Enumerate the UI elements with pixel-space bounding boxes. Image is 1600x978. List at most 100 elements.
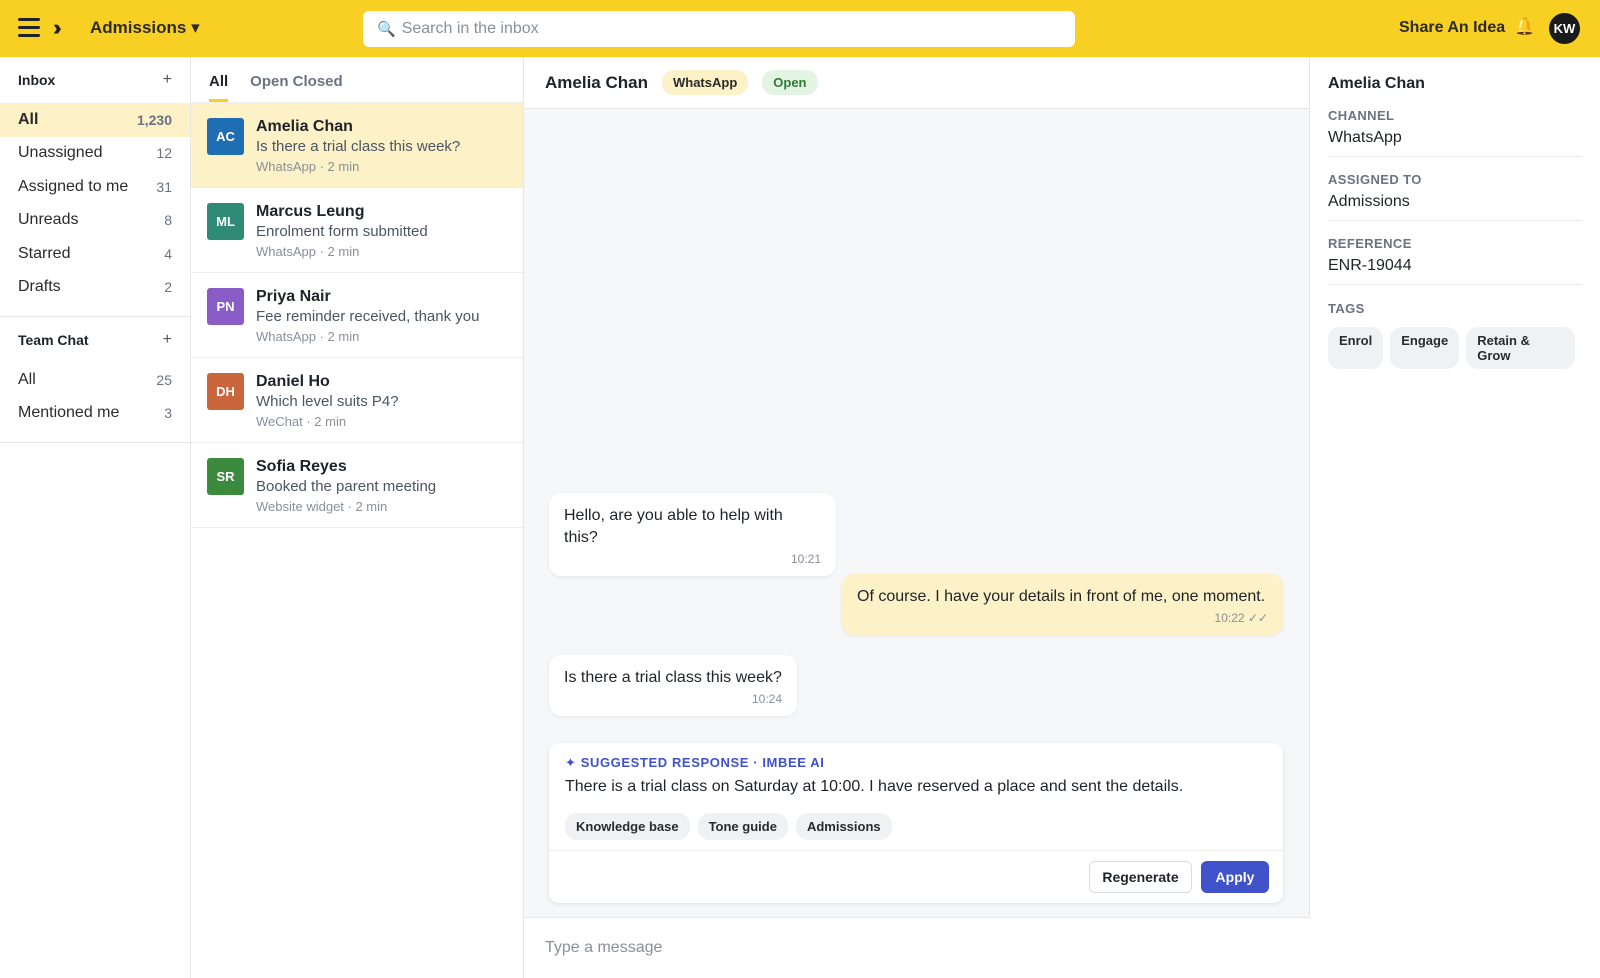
message-time: 10:21 bbox=[790, 552, 821, 566]
sidebar-item-count: 25 bbox=[156, 371, 172, 388]
contact-name: Amelia Chan bbox=[1328, 75, 1425, 92]
detail-field-assigned-to: ASSIGNED TO Admissions bbox=[1328, 172, 1582, 221]
channel-badge: WhatsApp bbox=[661, 70, 749, 95]
conversation-name: Amelia Chan bbox=[256, 118, 353, 135]
add-team-chat-icon[interactable]: + bbox=[163, 331, 172, 349]
conversation-item[interactable]: AC Amelia Chan Is there a trial class th… bbox=[191, 103, 523, 188]
sidebar-item-count: 31 bbox=[156, 178, 172, 195]
chat-panel: Amelia Chan WhatsApp Open Hello, are you… bbox=[524, 57, 1310, 978]
avatar: SR bbox=[207, 458, 244, 495]
avatar: DH bbox=[207, 373, 244, 410]
tag-chip[interactable]: Engage bbox=[1390, 327, 1460, 369]
tag-chip[interactable]: Retain & Grow bbox=[1466, 327, 1575, 369]
conversation-preview: Is there a trial class this week? bbox=[256, 138, 461, 155]
suggestion-footer-divider bbox=[549, 850, 1283, 851]
source-chip[interactable]: Tone guide bbox=[697, 813, 788, 840]
conversation-meta: WhatsApp · 2 min bbox=[256, 159, 360, 174]
conversation-meta: WeChat · 2 min bbox=[256, 414, 347, 429]
tab-open-closed[interactable]: Open Closed bbox=[250, 73, 343, 102]
source-chips: Knowledge base Tone guide Admissions bbox=[565, 813, 900, 840]
conversation-item[interactable]: DH Daniel Ho Which level suits P4? WeCha… bbox=[191, 358, 523, 443]
field-value[interactable]: Admissions bbox=[1328, 193, 1582, 211]
sidebar-item-drafts[interactable]: Drafts 2 bbox=[0, 271, 190, 305]
team-chat-section-title: Team Chat bbox=[18, 332, 89, 348]
sidebar: Inbox + All 1,230 Unassigned 12 Assigned… bbox=[0, 57, 191, 978]
search-input[interactable] bbox=[401, 20, 1042, 38]
sidebar-item-unassigned[interactable]: Unassigned 12 bbox=[0, 137, 190, 171]
sidebar-item-count: 8 bbox=[164, 212, 172, 229]
message-text: Is there a trial class this week? bbox=[564, 669, 782, 686]
tab-all[interactable]: All bbox=[209, 73, 229, 102]
sidebar-item-team-all[interactable]: All 25 bbox=[0, 363, 190, 397]
apply-button[interactable]: Apply bbox=[1201, 861, 1269, 893]
message-composer bbox=[524, 917, 1310, 978]
sidebar-item-unreads[interactable]: Unreads 8 bbox=[0, 204, 190, 238]
search-bar[interactable]: 🔍 bbox=[363, 11, 1075, 47]
expand-chevrons-icon[interactable]: ›› bbox=[53, 15, 61, 41]
conversation-preview: Enrolment form submitted bbox=[256, 223, 428, 240]
regenerate-button[interactable]: Regenerate bbox=[1089, 861, 1192, 893]
inbox-section-title: Inbox bbox=[18, 72, 56, 88]
avatar: AC bbox=[207, 118, 244, 155]
chat-contact-name: Amelia Chan bbox=[545, 72, 648, 92]
conversation-tabs: All Open Closed bbox=[191, 57, 523, 103]
suggested-response-text: There is a trial class on Saturday at 10… bbox=[565, 778, 1184, 795]
conversation-preview: Booked the parent meeting bbox=[256, 478, 437, 495]
field-label: REFERENCE bbox=[1328, 236, 1412, 251]
sidebar-divider bbox=[0, 442, 190, 443]
conversation-item[interactable]: SR Sofia Reyes Booked the parent meeting… bbox=[191, 443, 523, 528]
field-label: CHANNEL bbox=[1328, 108, 1395, 123]
workspace-selector[interactable]: Admissions ▾ bbox=[90, 18, 200, 38]
message-text: Of course. I have your details in front … bbox=[857, 588, 1266, 605]
chat-header: Amelia Chan WhatsApp Open bbox=[524, 57, 1309, 109]
sidebar-item-all[interactable]: All 1,230 bbox=[0, 103, 190, 137]
conversation-list: All Open Closed AC Amelia Chan Is there … bbox=[191, 57, 524, 978]
sidebar-item-count: 4 bbox=[164, 245, 172, 262]
bell-icon[interactable]: 🔔 bbox=[1514, 17, 1535, 37]
team-chat-section-header: Team Chat + bbox=[0, 317, 190, 363]
menu-icon[interactable] bbox=[18, 18, 40, 38]
top-bar: ›› Admissions ▾ 🔍 Share An Idea 🔔 KW bbox=[0, 0, 1600, 57]
status-badge[interactable]: Open bbox=[762, 70, 818, 95]
sidebar-item-count: 12 bbox=[156, 145, 172, 162]
conversation-name: Priya Nair bbox=[256, 288, 331, 305]
share-idea-link[interactable]: Share An Idea bbox=[1399, 19, 1505, 37]
sidebar-item-mentioned-me[interactable]: Mentioned me 3 bbox=[0, 397, 190, 431]
sidebar-item-label: All bbox=[18, 110, 39, 128]
avatar: PN bbox=[207, 288, 244, 325]
user-avatar[interactable]: KW bbox=[1549, 13, 1580, 44]
sidebar-item-label: Starred bbox=[18, 244, 71, 262]
conversation-name: Marcus Leung bbox=[256, 203, 365, 220]
conversation-meta: Website widget · 2 min bbox=[256, 499, 388, 514]
sidebar-item-label: Assigned to me bbox=[18, 177, 129, 195]
source-chip[interactable]: Admissions bbox=[795, 813, 892, 840]
add-inbox-icon[interactable]: + bbox=[163, 71, 172, 89]
sidebar-item-starred[interactable]: Starred 4 bbox=[0, 237, 190, 271]
source-chip[interactable]: Knowledge base bbox=[565, 813, 690, 840]
sidebar-item-label: All bbox=[18, 370, 36, 388]
tags-label: TAGS bbox=[1328, 301, 1365, 316]
suggested-response-label: ✦ SUGGESTED RESPONSE · IMBEE AI bbox=[565, 755, 825, 770]
conversation-name: Sofia Reyes bbox=[256, 458, 347, 475]
search-icon: 🔍 bbox=[377, 21, 396, 38]
sidebar-item-count: 1,230 bbox=[136, 111, 172, 128]
sidebar-item-label: Drafts bbox=[18, 278, 61, 296]
conversation-preview: Which level suits P4? bbox=[256, 393, 399, 410]
sidebar-item-label: Unreads bbox=[18, 211, 79, 229]
tag-chip[interactable]: Enrol bbox=[1328, 327, 1384, 369]
conversation-name: Daniel Ho bbox=[256, 373, 330, 390]
sidebar-item-count: 2 bbox=[164, 279, 172, 296]
conversation-meta: WhatsApp · 2 min bbox=[256, 329, 360, 344]
message-time: 10:24 bbox=[751, 692, 782, 706]
message-input[interactable] bbox=[545, 939, 1265, 957]
sidebar-item-assigned-to-me[interactable]: Assigned to me 31 bbox=[0, 170, 190, 204]
suggested-response-card: ✦ SUGGESTED RESPONSE · IMBEE AI There is… bbox=[549, 743, 1283, 903]
conversation-preview: Fee reminder received, thank you bbox=[256, 308, 480, 325]
conversation-item[interactable]: PN Priya Nair Fee reminder received, tha… bbox=[191, 273, 523, 358]
field-value: ENR-19044 bbox=[1328, 257, 1412, 274]
message-text: Hello, are you able to help with this? bbox=[564, 507, 783, 546]
conversation-item[interactable]: ML Marcus Leung Enrolment form submitted… bbox=[191, 188, 523, 273]
detail-field-reference: REFERENCE ENR-19044 bbox=[1328, 236, 1582, 285]
sidebar-item-label: Unassigned bbox=[18, 144, 103, 162]
avatar: ML bbox=[207, 203, 244, 240]
